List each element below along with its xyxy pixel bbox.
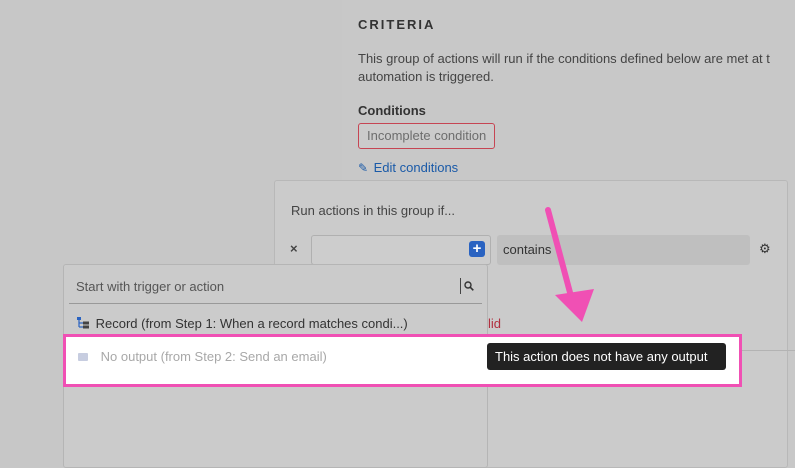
annotation-arrow — [545, 207, 594, 322]
